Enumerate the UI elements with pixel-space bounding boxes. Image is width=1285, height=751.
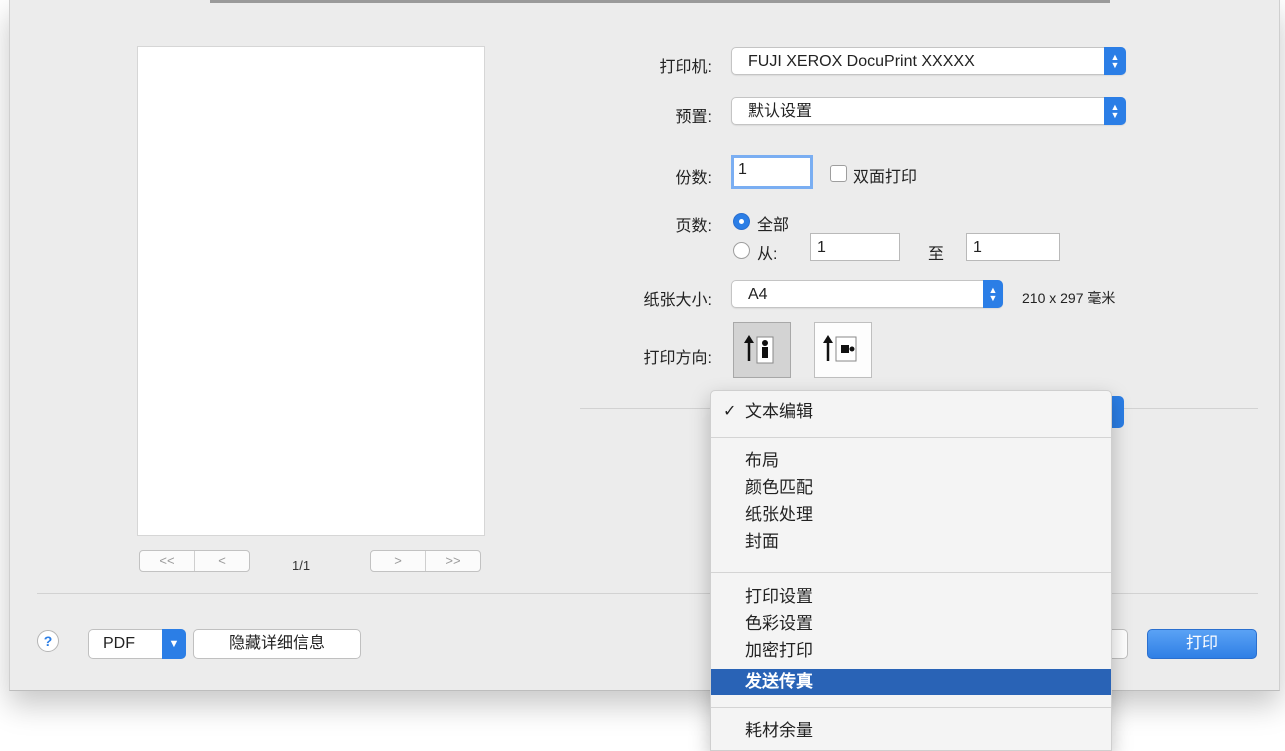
print-button[interactable]: 打印 bbox=[1147, 629, 1257, 659]
duplex-checkbox[interactable] bbox=[830, 165, 847, 182]
section-divider bbox=[580, 408, 710, 409]
menu-item-secure-print[interactable]: 加密打印 bbox=[711, 638, 1111, 664]
menu-item-print-settings[interactable]: 打印设置 bbox=[711, 584, 1111, 610]
section-divider bbox=[1124, 408, 1258, 409]
checkmark-icon: ✓ bbox=[723, 403, 737, 420]
bottom-divider bbox=[1112, 593, 1258, 594]
pages-from-label: 从: bbox=[757, 246, 778, 263]
last-page-button[interactable]: >> bbox=[426, 551, 480, 571]
help-button[interactable]: ? bbox=[37, 630, 59, 652]
menu-item-color-matching[interactable]: 颜色匹配 bbox=[711, 475, 1111, 501]
copies-input[interactable]: 1 bbox=[731, 155, 813, 189]
pdf-menu-button[interactable]: PDF ▼ bbox=[88, 629, 186, 659]
pages-all-label: 全部 bbox=[757, 217, 790, 234]
next-page-button[interactable]: > bbox=[371, 551, 426, 571]
pages-from-input[interactable]: 1 bbox=[810, 233, 900, 261]
paper-size-value: A4 bbox=[748, 286, 768, 303]
up-down-arrows-icon: ▲ ▼ bbox=[1104, 97, 1126, 125]
menu-item-text-edit[interactable]: ✓ 文本编辑 bbox=[711, 399, 1111, 425]
presets-label: 预置: bbox=[675, 109, 712, 126]
portrait-icon bbox=[744, 335, 774, 364]
chevron-down-icon: ▼ bbox=[162, 629, 186, 659]
menu-item-label: 文本编辑 bbox=[745, 402, 813, 421]
printer-value: FUJI XEROX DocuPrint XXXXX bbox=[748, 53, 975, 70]
up-down-arrows-icon: ▲ ▼ bbox=[983, 280, 1003, 308]
pages-to-label: 至 bbox=[928, 246, 945, 263]
page-preview bbox=[137, 46, 485, 536]
presets-value: 默认设置 bbox=[748, 103, 813, 120]
printer-label: 打印机: bbox=[659, 59, 712, 76]
pages-all-radio[interactable] bbox=[733, 213, 750, 230]
menu-separator bbox=[711, 437, 1111, 438]
section-dropdown-menu: ✓ 文本编辑 布局 颜色匹配 纸张处理 封面 打印设置 色彩设置 加密打印 发送… bbox=[710, 390, 1112, 751]
previous-page-button[interactable]: < bbox=[195, 551, 249, 571]
landscape-icon bbox=[823, 335, 857, 362]
presets-select[interactable]: 默认设置 ▲ ▼ bbox=[731, 97, 1126, 125]
menu-item-send-fax[interactable]: 发送传真 bbox=[711, 669, 1111, 695]
menu-item-layout[interactable]: 布局 bbox=[711, 448, 1111, 474]
landscape-orientation-button[interactable] bbox=[814, 322, 872, 378]
paper-size-select[interactable]: A4 ▲ ▼ bbox=[731, 280, 1003, 308]
menu-item-cover-page[interactable]: 封面 bbox=[711, 529, 1111, 555]
bottom-divider bbox=[37, 593, 710, 594]
duplex-label: 双面打印 bbox=[853, 169, 918, 186]
menu-item-supplies-level[interactable]: 耗材余量 bbox=[711, 718, 1111, 744]
first-page-button[interactable]: << bbox=[140, 551, 195, 571]
pages-label: 页数: bbox=[675, 218, 712, 235]
menu-separator bbox=[711, 707, 1111, 708]
paper-size-label: 纸张大小: bbox=[643, 292, 712, 309]
pdf-label: PDF bbox=[103, 635, 135, 652]
portrait-orientation-button[interactable] bbox=[733, 322, 791, 378]
window-title-edge bbox=[210, 0, 1110, 3]
menu-item-paper-handling[interactable]: 纸张处理 bbox=[711, 502, 1111, 528]
pages-range-radio[interactable] bbox=[733, 242, 750, 259]
menu-item-color-settings[interactable]: 色彩设置 bbox=[711, 611, 1111, 637]
pager-back-group: << < bbox=[139, 550, 250, 572]
hide-details-button[interactable]: 隐藏详细信息 bbox=[193, 629, 361, 659]
section-select-arrows[interactable] bbox=[1111, 396, 1124, 428]
menu-separator bbox=[711, 572, 1111, 573]
orientation-label: 打印方向: bbox=[643, 350, 712, 367]
up-down-arrows-icon: ▲ ▼ bbox=[1104, 47, 1126, 75]
printer-select[interactable]: FUJI XEROX DocuPrint XXXXX ▲ ▼ bbox=[731, 47, 1126, 75]
pages-to-input[interactable]: 1 bbox=[966, 233, 1060, 261]
page-counter: 1/1 bbox=[292, 558, 311, 573]
paper-dimensions: 210 x 297 毫米 bbox=[1022, 290, 1116, 306]
pager-forward-group: > >> bbox=[370, 550, 481, 572]
copies-label: 份数: bbox=[675, 170, 712, 187]
